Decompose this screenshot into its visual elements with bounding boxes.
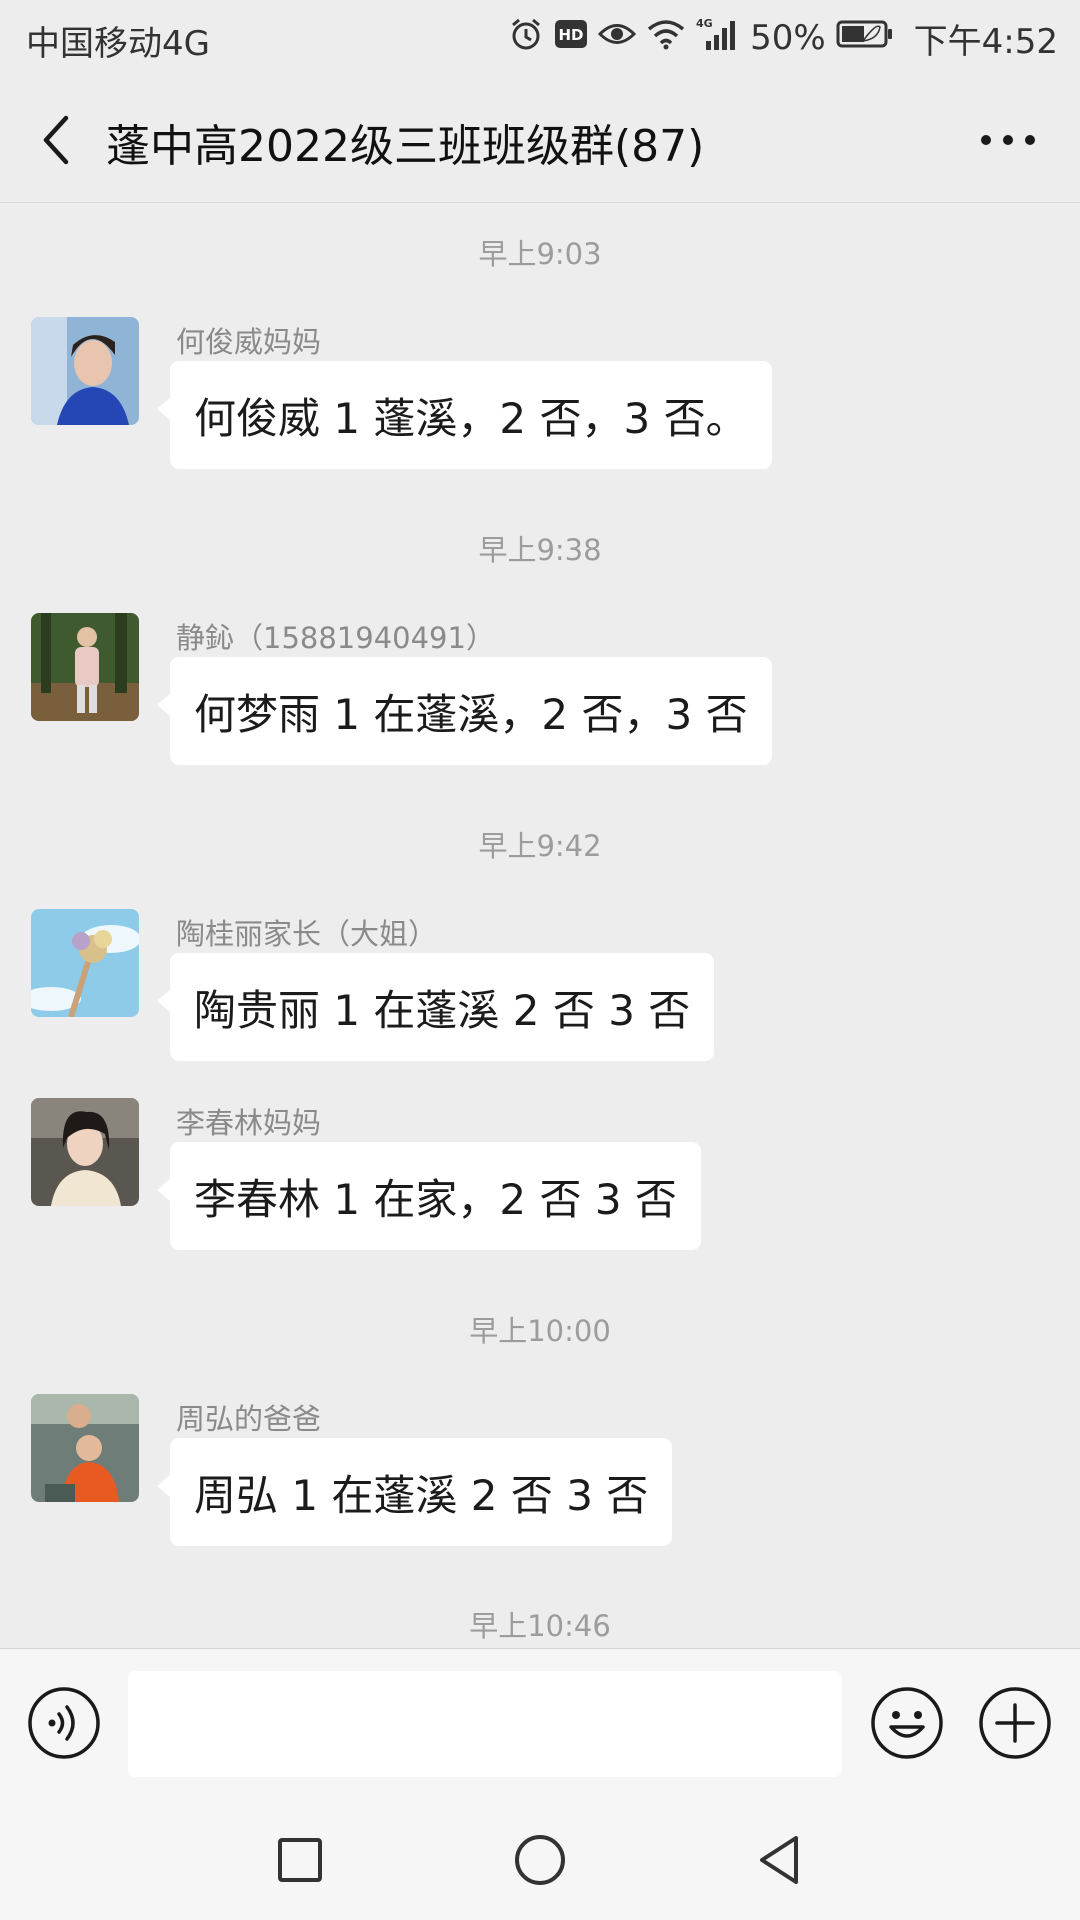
more-dots-icon	[981, 135, 1035, 145]
battery-percent: 50%	[750, 18, 826, 58]
time-separator: 早上10:00	[469, 1314, 611, 1348]
message-bubble[interactable]: 陶贵丽 1 在蓬溪 2 否 3 否	[156, 953, 715, 1061]
network-badge: 4G	[696, 17, 713, 30]
home-icon	[515, 1835, 565, 1885]
eye-icon	[597, 18, 637, 58]
more-functions-button[interactable]	[977, 1685, 1053, 1761]
recent-apps-icon	[278, 1838, 322, 1882]
back-button[interactable]	[30, 108, 78, 172]
sender-name: 陶桂丽家长（大姐）	[176, 917, 438, 951]
chat-message-list[interactable]: 早上9:03 何俊威妈妈 何俊威 1 蓬溪，2 否，3 否。 早上9:38 静鈊…	[0, 203, 1080, 1648]
svg-text:HD: HD	[559, 26, 584, 44]
time-separator: 早上10:46	[469, 1609, 611, 1643]
avatar[interactable]	[31, 1394, 139, 1502]
message-bubble[interactable]: 何俊威 1 蓬溪，2 否，3 否。	[157, 361, 772, 469]
back-triangle-icon	[760, 1836, 798, 1884]
avatar[interactable]	[31, 613, 139, 721]
time-separator: 早上9:38	[478, 533, 602, 567]
system-navigation-bar	[0, 1798, 1080, 1920]
sender-name: 周弘的爸爸	[176, 1402, 322, 1436]
message-input-bar	[0, 1648, 1080, 1799]
message-input[interactable]	[128, 1671, 842, 1777]
avatar[interactable]	[31, 909, 139, 1017]
emoji-icon	[871, 1687, 943, 1759]
time-separator: 早上9:03	[478, 237, 602, 271]
time-separator: 早上9:42	[478, 829, 602, 863]
chat-title: 蓬中高2022级三班班级群(87)	[106, 121, 705, 172]
status-clock: 下午4:52	[913, 21, 1058, 62]
avatar[interactable]	[31, 317, 139, 425]
sender-name: 静鈊（15881940491）	[176, 621, 495, 655]
status-bar: 中国移动4G HD 4G 50% 下午4:52	[0, 0, 1080, 76]
status-icons: HD 4G 50% 下午4:52	[508, 14, 1058, 62]
signal-icon: 4G	[696, 17, 736, 60]
more-button[interactable]	[976, 120, 1040, 160]
emoji-button[interactable]	[869, 1685, 945, 1761]
home-button[interactable]	[510, 1830, 570, 1890]
carrier-label: 中国移动4G	[26, 24, 210, 64]
alarm-icon	[508, 16, 544, 61]
avatar[interactable]	[31, 1098, 139, 1206]
message-bubble[interactable]: 何梦雨 1 在蓬溪，2 否，3 否	[157, 657, 772, 765]
sender-name: 李春林妈妈	[176, 1106, 322, 1140]
system-back-button[interactable]	[750, 1830, 810, 1890]
plus-icon	[979, 1687, 1051, 1759]
message-bubble[interactable]: 周弘 1 在蓬溪 2 否 3 否	[156, 1438, 673, 1546]
message-bubble[interactable]: 李春林 1 在家，2 否 3 否	[157, 1142, 701, 1250]
hd-icon: HD	[554, 18, 588, 58]
chat-header: 蓬中高2022级三班班级群(87)	[0, 76, 1080, 203]
voice-icon	[28, 1687, 100, 1759]
recent-apps-button[interactable]	[270, 1830, 330, 1890]
battery-icon	[836, 18, 894, 58]
voice-button[interactable]	[26, 1685, 102, 1761]
chevron-left-icon	[43, 115, 69, 165]
sender-name: 何俊威妈妈	[176, 325, 322, 359]
wifi-icon	[646, 18, 686, 59]
